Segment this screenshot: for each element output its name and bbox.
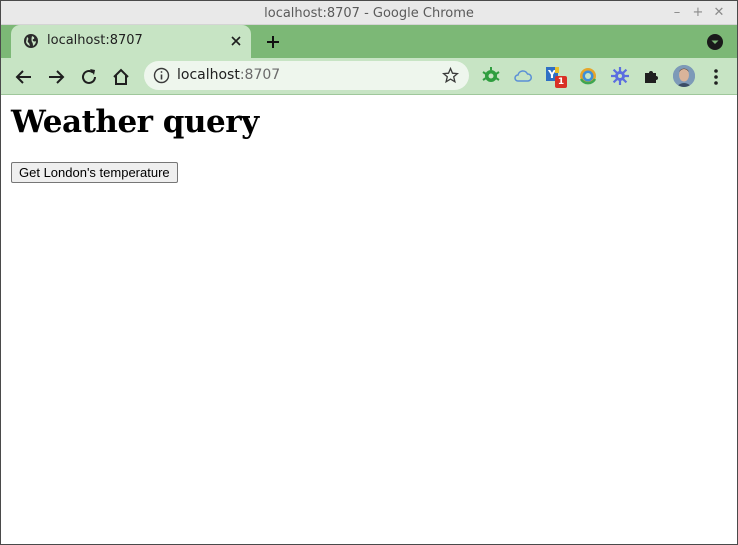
tab-search-icon[interactable]: [705, 32, 725, 52]
reload-icon[interactable]: [78, 66, 100, 88]
extension-badge: 1: [555, 76, 567, 88]
url-host: localhost: [177, 67, 240, 83]
tab-title: localhost:8707: [47, 33, 143, 48]
page-content: Weather query Get London's temperature: [1, 96, 737, 544]
window-title: localhost:8707 - Google Chrome: [264, 6, 474, 21]
title-bar: localhost:8707 - Google Chrome – + ✕: [1, 1, 737, 25]
home-icon[interactable]: [110, 66, 132, 88]
bug-extension-icon[interactable]: [481, 66, 501, 86]
profile-avatar[interactable]: [673, 65, 695, 87]
tab-strip: localhost:8707: [1, 25, 737, 58]
page-title: Weather query: [11, 104, 259, 140]
new-tab-icon[interactable]: [263, 32, 283, 52]
avatar-face-icon: [673, 65, 695, 87]
url-text: localhost:8707: [177, 67, 280, 83]
close-icon[interactable]: ✕: [710, 4, 728, 22]
bookmark-star-icon[interactable]: [442, 67, 459, 84]
gear-extension-icon[interactable]: [610, 66, 630, 86]
url-port: :8707: [239, 67, 281, 83]
minimize-icon[interactable]: –: [668, 4, 686, 22]
toolbar: localhost:8707 Y 1: [1, 58, 737, 95]
back-icon[interactable]: [13, 66, 35, 88]
browser-window: localhost:8707 - Google Chrome – + ✕ loc…: [0, 0, 738, 545]
chrome-circle-extension-icon[interactable]: [578, 66, 598, 86]
globe-icon: [24, 34, 38, 48]
maximize-icon[interactable]: +: [689, 4, 707, 22]
tab-close-icon[interactable]: [227, 32, 245, 50]
address-bar[interactable]: localhost:8707: [144, 61, 469, 90]
menu-icon[interactable]: [707, 66, 725, 88]
puzzle-icon[interactable]: [642, 66, 662, 86]
tab-localhost[interactable]: localhost:8707: [11, 25, 251, 58]
info-icon[interactable]: [153, 67, 170, 84]
get-temperature-button[interactable]: Get London's temperature: [11, 162, 178, 183]
y-extension-icon[interactable]: Y 1: [545, 66, 567, 88]
cloud-extension-icon[interactable]: [513, 66, 533, 86]
forward-icon[interactable]: [45, 66, 67, 88]
